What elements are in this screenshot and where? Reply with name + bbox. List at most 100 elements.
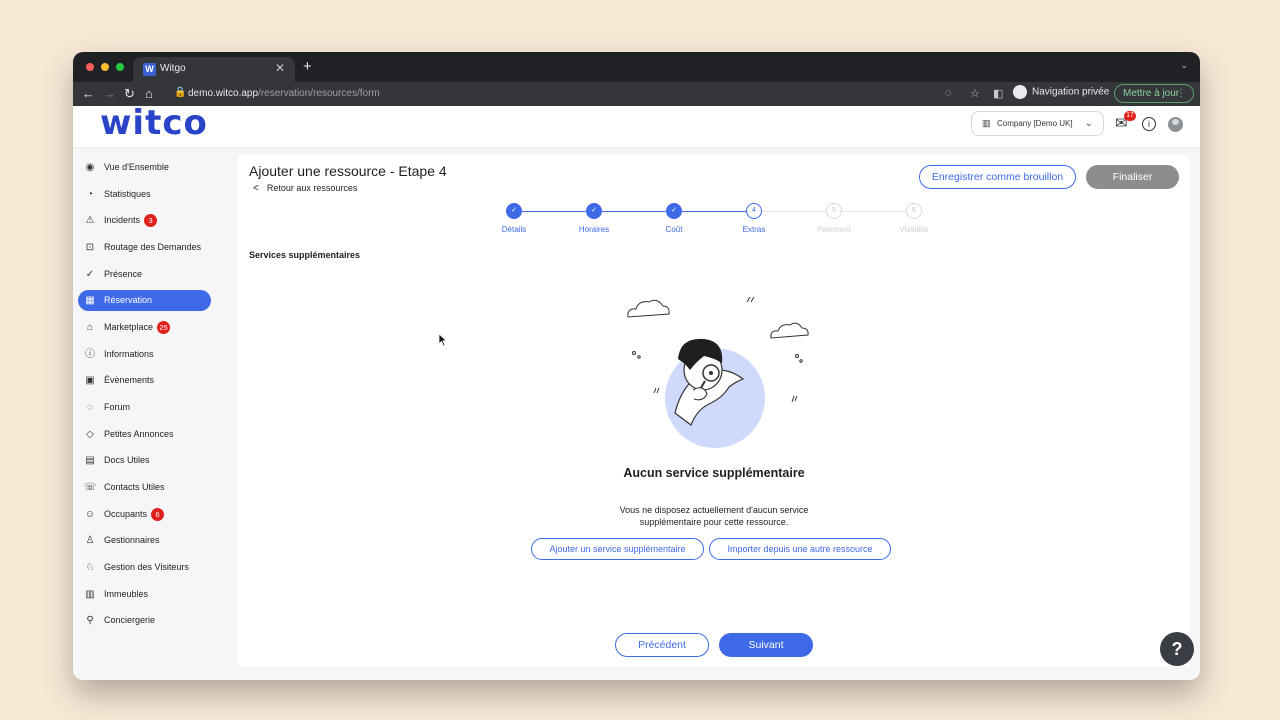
chevron-left-icon: <: [253, 183, 259, 194]
check-circle-icon: ✓: [85, 269, 95, 280]
sidebar-item[interactable]: ♙ Gestionnaires: [78, 530, 211, 551]
favicon-icon: W: [143, 63, 156, 76]
tab-search-chevron-icon[interactable]: ⌄: [1180, 60, 1188, 71]
sidebar-item[interactable]: ⌂ Marketplace 25: [78, 317, 211, 338]
step-check-icon[interactable]: ✓: [506, 203, 522, 219]
count-badge: 6: [151, 508, 165, 522]
minimize-window-icon[interactable]: [101, 63, 109, 71]
sidebar-item-label: Évènements: [104, 375, 155, 385]
stepper-connector: [522, 211, 586, 212]
sidebar-item-label: Gestionnaires: [104, 535, 160, 545]
building-icon: ▥: [85, 589, 95, 600]
sidebar-item-label: Incidents: [104, 215, 141, 225]
stepper-connector: [682, 211, 746, 212]
event-icon: ▣: [85, 375, 95, 386]
help-button[interactable]: ?: [1160, 632, 1194, 666]
step-label: Extras: [742, 225, 766, 234]
update-button[interactable]: Mettre à jour ⋮: [1114, 84, 1194, 103]
url-field[interactable]: 🔒 demo.witco.app/reservation/resources/f…: [168, 84, 838, 104]
step-check-icon[interactable]: ✓: [666, 203, 682, 219]
mouse-cursor-icon: [438, 333, 448, 347]
previous-button[interactable]: Précédent: [615, 633, 709, 657]
sidebar-item[interactable]: ⚲ Conciergerie: [78, 610, 211, 631]
private-browsing[interactable]: Navigation privée: [1013, 85, 1109, 99]
company-selector[interactable]: ▥ Company [Demo UK] ⌄: [971, 111, 1104, 136]
sidebar-item-label: Marketplace: [104, 322, 154, 332]
sidebar-item[interactable]: ✓ Présence: [78, 264, 211, 285]
save-draft-button[interactable]: Enregistrer comme brouillon: [919, 165, 1076, 189]
main-content: Ajouter une ressource - Etape 4 < Retour …: [238, 155, 1190, 667]
step-number[interactable]: 6: [906, 203, 922, 219]
step-label: Détails: [501, 225, 527, 234]
sidebar-item-label: Vue d'Ensemble: [104, 162, 169, 172]
routing-icon: ⊡: [85, 242, 95, 253]
sidebar-item[interactable]: ▣ Évènements: [78, 370, 211, 391]
count-badge: 25: [157, 321, 171, 335]
back-arrow-icon[interactable]: ←: [82, 86, 95, 101]
tab-bar: W Witgo ✕ + ⌄: [73, 52, 1200, 82]
sidebar-item[interactable]: ⓘ Informations: [78, 344, 211, 365]
browser-tab[interactable]: W Witgo ✕: [133, 57, 295, 82]
empty-state-title: Aucun service supplémentaire: [623, 466, 805, 480]
sidebar-item[interactable]: ◔ Statistiques: [78, 184, 211, 205]
sidebar-item-label: Gestion des Visiteurs: [104, 562, 189, 572]
add-service-button[interactable]: Ajouter un service supplémentaire: [531, 538, 704, 560]
avatar[interactable]: [1168, 117, 1183, 132]
tab-close-icon[interactable]: ✕: [275, 61, 285, 75]
step-check-icon[interactable]: ✓: [586, 203, 602, 219]
eye-off-icon[interactable]: ◌: [945, 87, 952, 99]
sidebar-item[interactable]: ☏ Contacts Utiles: [78, 477, 211, 498]
sidebar-item[interactable]: ◌ Forum: [78, 397, 211, 418]
sidebar-item[interactable]: ☺ Occupants 6: [78, 504, 211, 525]
forward-arrow-icon[interactable]: →: [103, 86, 116, 101]
star-icon[interactable]: ☆: [970, 87, 980, 100]
document-icon: ▤: [85, 455, 95, 466]
back-link[interactable]: < Retour aux ressources: [253, 183, 357, 194]
import-service-button[interactable]: Importer depuis une autre ressource: [709, 538, 891, 560]
home-icon[interactable]: ⌂: [145, 86, 153, 101]
sidebar-item-label: Docs Utiles: [104, 455, 150, 465]
app-header: witco ▥ Company [Demo UK] ⌄ ✉ 17 i: [73, 103, 1200, 148]
step-label: Visibilité: [899, 225, 929, 234]
sidebar-item[interactable]: ◇ Petites Annonces: [78, 424, 211, 445]
sidebar-item[interactable]: ◉ Vue d'Ensemble: [78, 157, 211, 178]
step-label: Paiement: [817, 225, 851, 234]
sidebar-item[interactable]: ▤ Docs Utiles: [78, 450, 211, 471]
stepper-connector: [842, 211, 906, 212]
witco-logo[interactable]: witco: [100, 103, 208, 143]
concierge-icon: ⚲: [86, 615, 94, 626]
forum-icon: ◌: [87, 402, 93, 413]
sidebar-item-label: Routage des Demandes: [104, 242, 202, 252]
next-button[interactable]: Suivant: [719, 633, 813, 657]
tag-icon: ◇: [86, 429, 94, 440]
info-icon[interactable]: i: [1142, 117, 1156, 131]
step-number[interactable]: 4: [746, 203, 762, 219]
sidebar-item[interactable]: ▦ Réservation: [78, 290, 211, 311]
sidepanel-icon[interactable]: ◧: [993, 87, 1003, 100]
mail-badge: 17: [1124, 111, 1136, 121]
sidebar-item-label: Immeubles: [104, 589, 149, 599]
user-icon: ♙: [85, 535, 95, 546]
new-tab-icon[interactable]: +: [303, 58, 312, 75]
sidebar-item[interactable]: ▥ Immeubles: [78, 584, 211, 605]
step-label: Horaires: [578, 225, 610, 234]
step-label: Coût: [665, 225, 683, 234]
chevron-down-icon: ⌄: [1084, 118, 1093, 129]
users-icon: ☺: [84, 509, 96, 520]
sidebar-item[interactable]: ♘ Gestion des Visiteurs: [78, 557, 211, 578]
sidebar-item-label: Informations: [104, 349, 154, 359]
sidebar-item[interactable]: ⊡ Routage des Demandes: [78, 237, 211, 258]
step-number[interactable]: 5: [826, 203, 842, 219]
browser-window: W Witgo ✕ + ⌄ ← → ↻ ⌂ 🔒 demo.witco.app/r…: [73, 52, 1200, 680]
address-bar: ← → ↻ ⌂ 🔒 demo.witco.app/reservation/res…: [73, 82, 1200, 106]
empty-state-description: Vous ne disposez actuellement d'aucun se…: [619, 505, 809, 527]
incognito-icon: [1013, 85, 1027, 99]
reload-icon[interactable]: ↻: [124, 86, 135, 102]
finalize-button[interactable]: Finaliser: [1086, 165, 1179, 189]
sidebar-item-label: Réservation: [104, 295, 153, 305]
maximize-window-icon[interactable]: [116, 63, 124, 71]
sidebar-item-label: Contacts Utiles: [104, 482, 165, 492]
sidebar-item[interactable]: ⚠ Incidents 3: [78, 210, 211, 231]
calendar-icon: ▦: [85, 295, 95, 306]
close-window-icon[interactable]: [86, 63, 94, 71]
